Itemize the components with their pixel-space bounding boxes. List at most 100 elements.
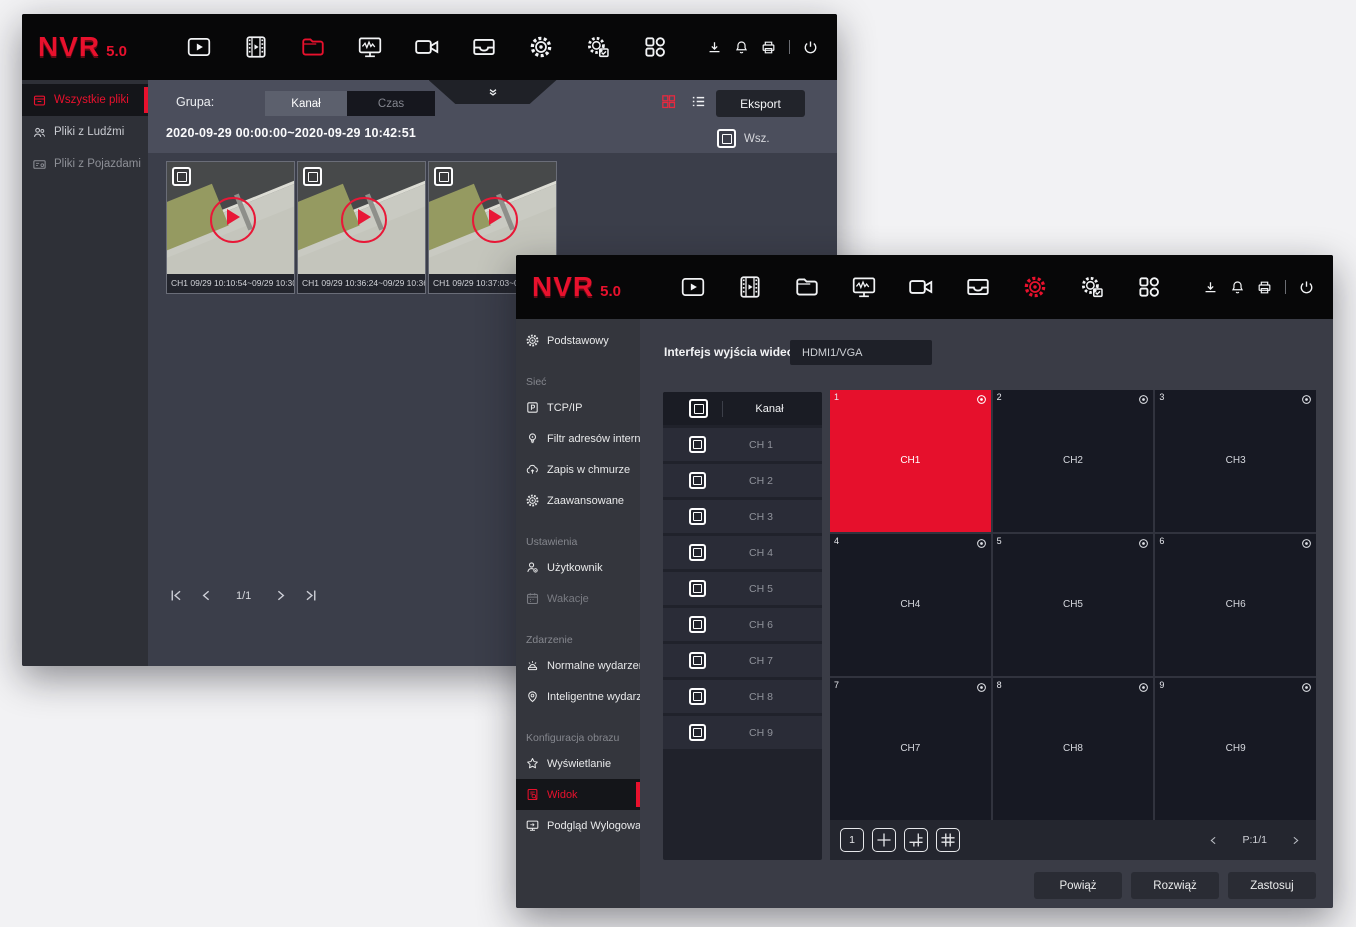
header-checkbox[interactable]	[689, 399, 708, 418]
group-by-time-button[interactable]: Czas	[347, 91, 435, 116]
list-view-icon[interactable]	[690, 93, 707, 110]
sidebar-item-smart-event[interactable]: Inteligentne wydarze...	[516, 681, 640, 712]
channel-row[interactable]: CH 4	[663, 536, 822, 569]
apps-grid-icon[interactable]	[642, 34, 668, 60]
next-page-icon[interactable]	[272, 587, 289, 604]
power-icon[interactable]	[802, 39, 819, 56]
prev-page-icon[interactable]	[1207, 834, 1220, 847]
thumbnail-checkbox[interactable]	[303, 167, 322, 186]
unbind-target-icon[interactable]	[1138, 682, 1149, 693]
alarm-bell-icon[interactable]	[1229, 279, 1246, 296]
channel-row[interactable]: CH 5	[663, 572, 822, 605]
channel-checkbox[interactable]	[689, 580, 706, 597]
channel-checkbox[interactable]	[689, 652, 706, 669]
channel-checkbox[interactable]	[689, 544, 706, 561]
grid-cell-ch7[interactable]: 7CH7	[830, 678, 991, 820]
sidebar-item-display[interactable]: Wyświetlanie	[516, 748, 640, 779]
channel-checkbox[interactable]	[689, 616, 706, 633]
thumbnail-checkbox[interactable]	[434, 167, 453, 186]
unbind-button[interactable]: Rozwiąż	[1131, 872, 1219, 899]
first-page-icon[interactable]	[168, 587, 185, 604]
sidebar-item-normal-event[interactable]: Normalne wydarzenie	[516, 650, 640, 681]
grid-cell-ch5[interactable]: 5CH5	[993, 534, 1154, 676]
archive-icon[interactable]	[965, 274, 991, 300]
export-button[interactable]: Eksport	[716, 90, 805, 117]
printer-icon[interactable]	[1256, 279, 1273, 296]
settings-gear-icon[interactable]	[528, 34, 554, 60]
channel-row[interactable]: CH 9	[663, 716, 822, 749]
select-all-checkbox[interactable]	[717, 129, 736, 148]
alarm-bell-icon[interactable]	[733, 39, 750, 56]
power-icon[interactable]	[1298, 279, 1315, 296]
channel-row[interactable]: CH 1	[663, 428, 822, 461]
grid-view-icon[interactable]	[660, 93, 677, 110]
unbind-target-icon[interactable]	[1301, 538, 1312, 549]
settings-gear-icon[interactable]	[1022, 274, 1048, 300]
sidebar-item-user[interactable]: Użytkownik	[516, 552, 640, 583]
play-button-icon[interactable]	[341, 197, 387, 243]
channel-row[interactable]: CH 2	[663, 464, 822, 497]
layout-1plus5-button[interactable]	[904, 828, 928, 852]
unbind-target-icon[interactable]	[1301, 394, 1312, 405]
grid-cell-ch1[interactable]: 1CH1	[830, 390, 991, 532]
unbind-target-icon[interactable]	[976, 682, 987, 693]
unbind-target-icon[interactable]	[976, 538, 987, 549]
channel-checkbox[interactable]	[689, 688, 706, 705]
sidebar-item-address-filter[interactable]: Filtr adresów internet...	[516, 423, 640, 454]
channel-row[interactable]: CH 3	[663, 500, 822, 533]
unbind-target-icon[interactable]	[976, 394, 987, 405]
grid-cell-ch6[interactable]: 6CH6	[1155, 534, 1316, 676]
bind-button[interactable]: Powiąż	[1034, 872, 1122, 899]
sidebar-item-tcpip[interactable]: TCP/IP	[516, 392, 640, 423]
maintenance-icon[interactable]	[1079, 274, 1105, 300]
grid-cell-ch3[interactable]: 3CH3	[1155, 390, 1316, 532]
video-thumbnail[interactable]: CH1 09/29 10:10:54~09/29 10:30:26	[166, 161, 295, 294]
sidebar-item-view[interactable]: Widok	[516, 779, 640, 810]
channel-checkbox[interactable]	[689, 724, 706, 741]
select-all-control[interactable]: Wsz.	[717, 129, 770, 148]
camera-icon[interactable]	[414, 34, 440, 60]
sidebar-item-basic[interactable]: Podstawowy	[516, 325, 640, 356]
sidebar-item-holiday[interactable]: Wakacje	[516, 583, 640, 614]
video-output-select[interactable]: HDMI1/VGA	[790, 340, 932, 365]
sidebar-item-people-files[interactable]: Pliki z Ludźmi	[22, 116, 148, 148]
channel-checkbox[interactable]	[689, 436, 706, 453]
stream-signal-icon[interactable]	[851, 274, 877, 300]
video-thumbnail[interactable]: CH1 09/29 10:36:24~09/29 10:36:34	[297, 161, 426, 294]
unbind-target-icon[interactable]	[1138, 394, 1149, 405]
apply-button[interactable]: Zastosuj	[1228, 872, 1316, 899]
layout-single-button[interactable]: 1	[840, 828, 864, 852]
unbind-target-icon[interactable]	[1301, 682, 1312, 693]
unbind-target-icon[interactable]	[1138, 538, 1149, 549]
file-manager-icon[interactable]	[794, 274, 820, 300]
printer-icon[interactable]	[760, 39, 777, 56]
archive-icon[interactable]	[471, 34, 497, 60]
group-by-channel-button[interactable]: Kanał	[265, 91, 347, 116]
sidebar-item-advanced[interactable]: Zaawansowane	[516, 485, 640, 516]
download-icon[interactable]	[706, 39, 723, 56]
apps-grid-icon[interactable]	[1136, 274, 1162, 300]
grid-cell-ch2[interactable]: 2CH2	[993, 390, 1154, 532]
download-icon[interactable]	[1202, 279, 1219, 296]
playback-icon[interactable]	[243, 34, 269, 60]
stream-signal-icon[interactable]	[357, 34, 383, 60]
maintenance-icon[interactable]	[585, 34, 611, 60]
play-button-icon[interactable]	[472, 197, 518, 243]
live-view-icon[interactable]	[680, 274, 706, 300]
layout-3x3-button[interactable]	[936, 828, 960, 852]
layout-quad-button[interactable]	[872, 828, 896, 852]
grid-cell-ch9[interactable]: 9CH9	[1155, 678, 1316, 820]
sidebar-item-cloud-storage[interactable]: Zapis w chmurze	[516, 454, 640, 485]
grid-cell-ch8[interactable]: 8CH8	[993, 678, 1154, 820]
channel-row[interactable]: CH 7	[663, 644, 822, 677]
channel-row[interactable]: CH 6	[663, 608, 822, 641]
live-view-icon[interactable]	[186, 34, 212, 60]
camera-icon[interactable]	[908, 274, 934, 300]
thumbnail-checkbox[interactable]	[172, 167, 191, 186]
sidebar-item-vehicle-files[interactable]: Pliki z Pojazdami	[22, 148, 148, 180]
play-button-icon[interactable]	[210, 197, 256, 243]
sidebar-item-all-files[interactable]: Wszystkie pliki	[22, 84, 148, 116]
prev-page-icon[interactable]	[198, 587, 215, 604]
channel-checkbox[interactable]	[689, 472, 706, 489]
sidebar-item-logout-preview[interactable]: Podgląd Wylogowania	[516, 810, 640, 841]
